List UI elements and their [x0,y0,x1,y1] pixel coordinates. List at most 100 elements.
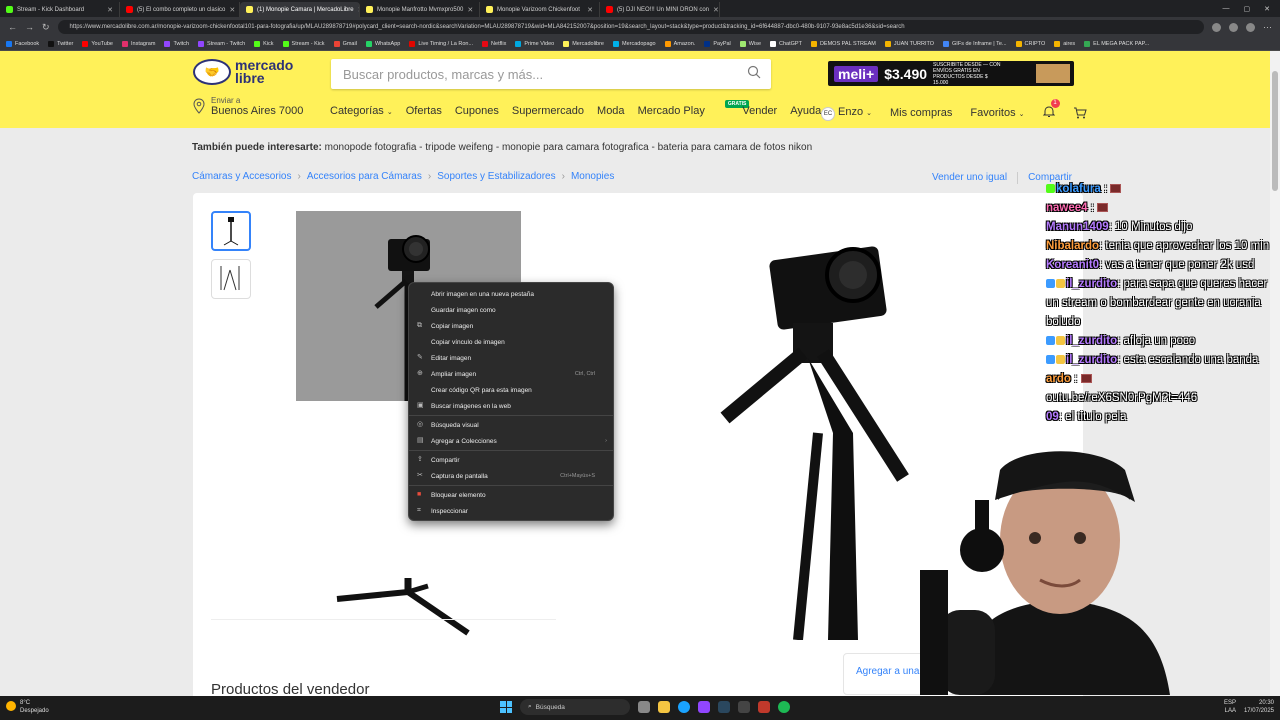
context-menu-item[interactable]: ◎ Búsqueda visual [409,417,613,433]
obs-icon[interactable] [738,701,750,713]
browser-tab[interactable]: (5) DJI NEO!!! Un MINI DRON con ✕ [600,2,720,17]
close-tab-icon[interactable]: ✕ [107,6,113,14]
edge-icon[interactable] [678,701,690,713]
reload-icon[interactable]: ↻ [42,22,50,33]
context-menu-item[interactable]: ▣ Buscar imágenes en la web [409,398,613,414]
context-menu-item[interactable]: ⧉ Copiar imagen [409,318,613,334]
chevron-down-icon: ⌄ [386,109,393,116]
bookmark-item[interactable]: Twitch [164,40,189,47]
profile-icon[interactable] [1246,22,1255,32]
user-account[interactable]: EC Enzo ⌄ [821,106,872,121]
mis-compras-link[interactable]: Mis compras [890,107,952,119]
close-tab-icon[interactable]: ✕ [229,6,235,14]
app-icon[interactable] [758,701,770,713]
related-links[interactable]: monopode fotografia - tripode weifeng - … [325,142,813,153]
forward-icon[interactable]: → [25,22,34,32]
bookmark-item[interactable]: Facebook [6,40,39,47]
nav-item[interactable]: Supermercado [512,105,584,117]
bookmark-item[interactable]: Mercadolibre [563,40,604,47]
nav-item[interactable]: Ofertas [406,105,442,117]
thumbnail-2[interactable] [211,259,251,299]
browser-tab[interactable]: (5) El combo completo un clasico ✕ [120,2,240,17]
task-view-icon[interactable] [638,701,650,713]
browser-tab[interactable]: Stream - Kick Dashboard ✕ [0,2,120,17]
shipping-location[interactable]: Enviar a Buenos Aires 7000 [193,96,303,117]
bookmark-item[interactable]: Instagram [121,40,155,47]
context-menu-item[interactable]: ✎ Editar imagen [409,350,613,366]
bookmark-item[interactable]: Prime Video [515,40,554,47]
bookmark-item[interactable]: YouTube [82,40,113,47]
nav-item[interactable]: Categorías ⌄ [330,105,393,117]
minimize-icon[interactable]: — [1223,5,1230,13]
favoritos-link[interactable]: Favoritos ⌄ [970,107,1024,119]
context-menu-item[interactable]: Crear código QR para esta imagen [409,382,613,398]
breadcrumb-link[interactable]: Accesorios para Cámaras [307,171,422,182]
weather-widget[interactable]: 8°C Despejado [6,699,49,715]
close-tab-icon[interactable]: ✕ [713,6,719,14]
browser-tab[interactable]: Monopie Manfrotto Mvmxpro500 ✕ [360,2,480,17]
context-menu-item[interactable]: ⇪ Compartir [409,452,613,468]
bookmark-item[interactable]: Stream - Twitch [198,40,245,47]
browser-tab[interactable]: Monopie Varizoom Chickenfoot ✕ [480,2,600,17]
maximize-icon[interactable]: ▢ [1244,5,1251,13]
meli-plus-promo[interactable]: meli+ $3.490 SUSCRIBITE DESDE — CON ENVÍ… [828,61,1074,86]
breadcrumb-link[interactable]: Cámaras y Accesorios [192,171,291,182]
menu-icon[interactable]: ⋯ [1263,22,1272,33]
context-menu-item[interactable]: ⊕ Ampliar imagen Ctrl, Ctrl [409,366,613,382]
bookmark-item[interactable]: aires [1054,40,1075,47]
cart-icon[interactable] [1073,107,1087,119]
back-icon[interactable]: ← [8,22,17,32]
close-window-icon[interactable]: ✕ [1264,5,1270,13]
breadcrumb-link[interactable]: Soportes y Estabilizadores [437,171,555,182]
context-menu-item[interactable]: ✂ Captura de pantalla Ctrl+Mayús+S [409,468,613,484]
nav-item[interactable]: Mercado PlayGRATIS [638,100,750,117]
close-tab-icon[interactable]: ✕ [467,6,473,14]
bookmark-item[interactable]: JUAN TURRITO [884,40,934,47]
windows-start-icon[interactable] [500,701,512,713]
extension-icon[interactable] [1212,22,1221,32]
context-menu-item[interactable]: ▤ Agregar a Colecciones › [409,433,613,449]
browser-tab[interactable]: (1) Monopie Camara | MercadoLibre✕ [240,2,360,17]
mercadolibre-logo[interactable]: 🤝 mercado libre [193,58,293,85]
search-icon[interactable] [747,65,761,79]
bookmark-item[interactable]: ChatGPT [770,40,802,47]
bookmark-item[interactable]: Twitter [48,40,73,47]
search-input[interactable] [331,59,731,89]
extension-icon[interactable] [1229,22,1238,32]
nav-item[interactable]: Moda [597,105,625,117]
notifications-button[interactable]: 1 [1042,99,1060,121]
bookmark-item[interactable]: Stream - Kick [282,40,325,47]
bookmark-item[interactable]: CRIPTO [1015,40,1045,47]
bookmark-item[interactable]: Wise [739,40,761,47]
url-field[interactable]: https://www.mercadolibre.com.ar/monopie-… [57,20,1204,34]
thumbnail-1[interactable] [211,211,251,251]
context-menu-item[interactable]: Copiar vínculo de imagen [409,334,613,350]
bookmark-item[interactable]: GIFs de Inframe | Te... [943,40,1007,47]
vender-igual-link[interactable]: Vender uno igual [932,172,1007,184]
nav-item[interactable]: Cupones [455,105,499,117]
spotify-icon[interactable] [778,701,790,713]
file-explorer-icon[interactable] [658,701,670,713]
context-menu-item[interactable]: Abrir imagen en una nueva pestaña [409,286,613,302]
close-tab-icon[interactable]: ✕ [587,6,593,14]
bookmark-icon [409,40,416,47]
bookmark-item[interactable]: WhatsApp [365,40,400,47]
context-menu-item[interactable]: ■ Bloquear elemento [409,487,613,503]
context-menu-item[interactable]: Guardar imagen como [409,302,613,318]
bookmark-item[interactable]: Amazon. [664,40,695,47]
bookmark-item[interactable]: Netflix [482,40,506,47]
steam-icon[interactable] [718,701,730,713]
nav-item[interactable]: Vender [742,105,777,117]
bookmark-item[interactable]: DEMOS PAL STREAM [810,40,876,47]
bookmark-item[interactable]: PayPal [704,40,731,47]
bookmark-item[interactable]: Live Timing / La Ron... [409,40,473,47]
bookmark-item[interactable]: EL MEGA PACK PAP... [1084,40,1149,47]
taskbar-search[interactable]: ⌕ Búsqueda [520,699,630,715]
discord-icon[interactable] [698,701,710,713]
bookmark-item[interactable]: Mercadopago [612,40,656,47]
nav-item[interactable]: Ayuda [790,105,821,117]
breadcrumb-link[interactable]: Monopies [571,171,614,182]
context-menu-item[interactable]: ⌗ Inspeccionar [409,503,613,519]
bookmark-item[interactable]: Gmail [333,40,357,47]
bookmark-item[interactable]: Kick [254,40,274,47]
